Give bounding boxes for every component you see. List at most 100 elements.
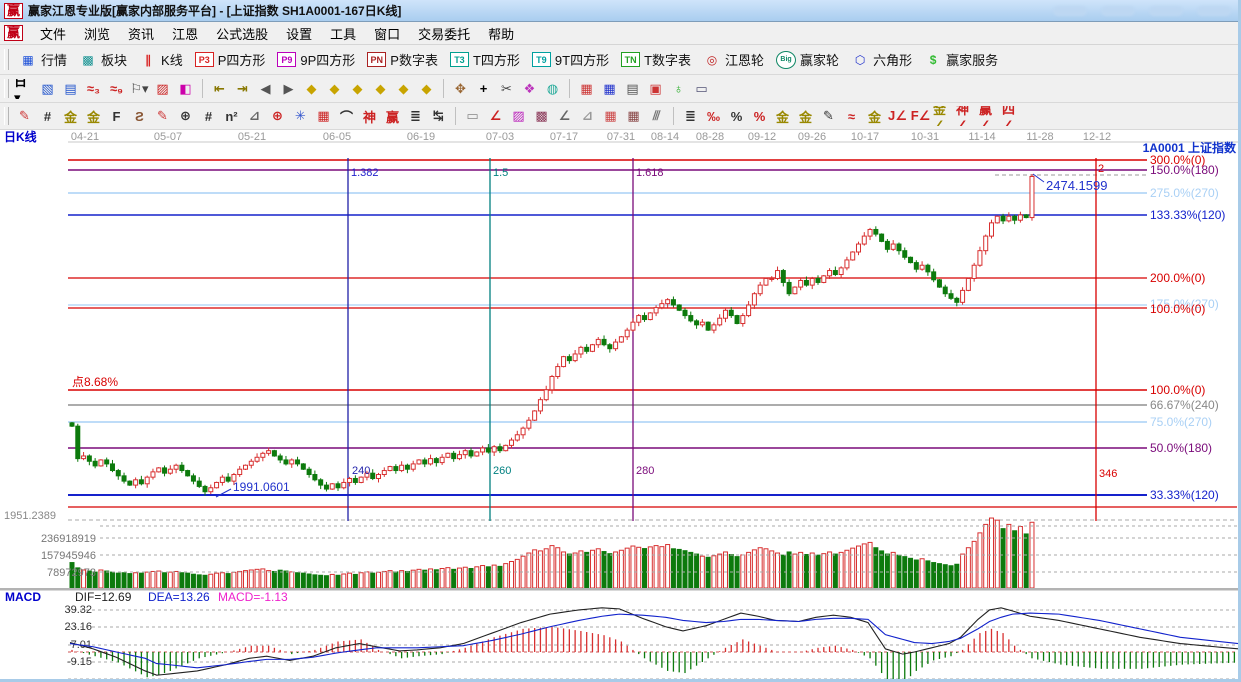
9p-square-button[interactable]: P99P四方形	[271, 48, 361, 71]
menu-item-4[interactable]: 公式选股	[207, 22, 277, 45]
nav-last-button[interactable]: ⇥	[232, 79, 253, 99]
winner-service-button[interactable]: $赢家服务	[918, 48, 1004, 71]
span-arrows-tool[interactable]: ↹	[428, 106, 449, 126]
window-controls[interactable]	[1053, 6, 1231, 16]
check-lines-tool[interactable]: ⊿	[577, 106, 598, 126]
slant-lines-tool[interactable]: ⫻	[646, 106, 667, 126]
diamond-expand-all-button[interactable]: ◆	[393, 79, 414, 99]
scale-bars-tool[interactable]: ≣	[680, 106, 701, 126]
ink-pen-tool[interactable]: ✎	[818, 106, 839, 126]
gann-wheel-button[interactable]: ◎江恩轮	[697, 48, 770, 71]
nav-next-button[interactable]: ▶	[278, 79, 299, 99]
menu-item-8[interactable]: 交易委托	[409, 22, 479, 45]
t-square-button[interactable]: T3T四方形	[444, 48, 526, 71]
calculator-icon[interactable]: ▦	[599, 79, 620, 99]
diamond-compress-button[interactable]: ◆	[370, 79, 391, 99]
percent-zone-tool[interactable]: ‰	[703, 106, 724, 126]
tick-ruler-tool[interactable]: #	[37, 106, 58, 126]
menu-item-3[interactable]: 江恩	[163, 22, 207, 45]
t-number-table-button[interactable]: TNT数字表	[615, 48, 697, 71]
9t-square-button[interactable]: T99T四方形	[526, 48, 615, 71]
print-icon[interactable]: ▭	[691, 79, 712, 99]
pen2-tool[interactable]: ✎	[152, 106, 173, 126]
titlebar[interactable]: 赢 赢家江恩专业版[赢家内部服务平台] - [上证指数 SH1A0001-167…	[0, 0, 1241, 22]
diamond-left-button[interactable]: ◆	[301, 79, 322, 99]
quotes-button[interactable]: ▦行情	[13, 48, 73, 71]
nav-first-button[interactable]: ⇤	[209, 79, 230, 99]
titlebar-blurred-control[interactable]	[1101, 6, 1135, 16]
nav-prev-button[interactable]: ◀	[255, 79, 276, 99]
gann-zone-icon[interactable]: ▨	[152, 79, 173, 99]
knot-tool[interactable]: ❖	[519, 79, 540, 99]
angle-lines-tool[interactable]: ∠	[554, 106, 575, 126]
gold-under-tool[interactable]: 金	[864, 106, 885, 126]
spider-web-tool[interactable]: ✳	[290, 106, 311, 126]
sectors-button[interactable]: ▩板块	[73, 48, 133, 71]
crosshair-tool[interactable]: +	[473, 79, 494, 99]
spiral-tool[interactable]: Ƨ	[129, 106, 150, 126]
percent-line-tool[interactable]: %	[749, 106, 770, 126]
brush-tool[interactable]: ✎	[14, 106, 35, 126]
f-angle-tool[interactable]: F∠	[910, 106, 931, 126]
arc-tool[interactable]: ⌒	[336, 106, 357, 126]
percent-tool[interactable]: %	[726, 106, 747, 126]
scissors-tool[interactable]: ✂	[496, 79, 517, 99]
hatch-box-tool[interactable]: ▩	[531, 106, 552, 126]
diamond-expand-button[interactable]: ◆	[347, 79, 368, 99]
grid-dense-tool[interactable]: ▦	[623, 106, 644, 126]
menu-item-9[interactable]: 帮助	[479, 22, 523, 45]
color-histogram-icon[interactable]: ◧	[175, 79, 196, 99]
ying-tool[interactable]: 赢	[382, 106, 403, 126]
gold-gate2-tool[interactable]: 金	[83, 106, 104, 126]
ruler123-tool[interactable]: ≣	[405, 106, 426, 126]
titlebar-blurred-control[interactable]	[1197, 6, 1231, 16]
gold-lines-tool[interactable]: 金	[795, 106, 816, 126]
pattern-window-icon[interactable]: ▧	[37, 79, 58, 99]
gold-circle-tool[interactable]: 金	[772, 106, 793, 126]
menu-item-6[interactable]: 工具	[321, 22, 365, 45]
hash-tool[interactable]: #	[198, 106, 219, 126]
titlebar-blurred-control[interactable]	[1149, 6, 1183, 16]
gold-gate1-tool[interactable]: 金	[60, 106, 81, 126]
wave9-icon[interactable]: ≈₉	[106, 79, 127, 99]
fan-lines-tool[interactable]: ∠	[485, 106, 506, 126]
f-line-tool[interactable]: F	[106, 106, 127, 126]
grid-red-tool[interactable]: ▦	[600, 106, 621, 126]
p-square-button[interactable]: P3P四方形	[189, 48, 272, 71]
diamond-compress-all-button[interactable]: ◆	[416, 79, 437, 99]
wave3-icon[interactable]: ≈₃	[83, 79, 104, 99]
shen-angle-tool[interactable]: 神∠	[956, 106, 977, 126]
cycle-circle-tool[interactable]: ⊕	[175, 106, 196, 126]
ying-angle-tool[interactable]: 赢∠	[979, 106, 1000, 126]
flag-dropdown[interactable]: ⚐▾	[129, 79, 150, 99]
menu-item-1[interactable]: 浏览	[75, 22, 119, 45]
shen-tool[interactable]: 神	[359, 106, 380, 126]
box-select-tool[interactable]: ▭	[462, 106, 483, 126]
wave-channel-tool[interactable]: ≈	[841, 106, 862, 126]
notes-icon[interactable]: ▤	[622, 79, 643, 99]
menu-item-0[interactable]: 文件	[31, 22, 75, 45]
menu-item-5[interactable]: 设置	[277, 22, 321, 45]
gold-angle-tool[interactable]: 金∠	[933, 106, 954, 126]
period-day-dropdown[interactable]: 日 ▾	[14, 79, 35, 99]
p-number-table-button[interactable]: PNP数字表	[361, 48, 444, 71]
n-square-tool[interactable]: n²	[221, 106, 242, 126]
kline-button[interactable]: ∥K线	[133, 48, 189, 71]
toolbar-grip[interactable]	[4, 107, 9, 125]
net-box-tool[interactable]: ▦	[313, 106, 334, 126]
hand-drag-tool[interactable]: ✥	[450, 79, 471, 99]
toolbar-grip[interactable]	[4, 79, 9, 98]
diamond-right-button[interactable]: ◆	[324, 79, 345, 99]
menu-item-2[interactable]: 资讯	[119, 22, 163, 45]
fan-box-tool[interactable]: ▨	[508, 106, 529, 126]
menu-item-7[interactable]: 窗口	[365, 22, 409, 45]
calendar-icon[interactable]: ▦	[576, 79, 597, 99]
web-export-icon[interactable]: ♁	[668, 79, 689, 99]
note-list-icon[interactable]: ▤	[60, 79, 81, 99]
maze-tool[interactable]: ◍	[542, 79, 563, 99]
chart-canvas[interactable]: 04-2105-0705-2106-0506-1907-0307-1707-31…	[0, 130, 1241, 682]
j-angle-tool[interactable]: J∠	[887, 106, 908, 126]
titlebar-blurred-control[interactable]	[1053, 6, 1087, 16]
save-icon[interactable]: ▣	[645, 79, 666, 99]
hexagon-button[interactable]: ⬡六角形	[845, 48, 918, 71]
